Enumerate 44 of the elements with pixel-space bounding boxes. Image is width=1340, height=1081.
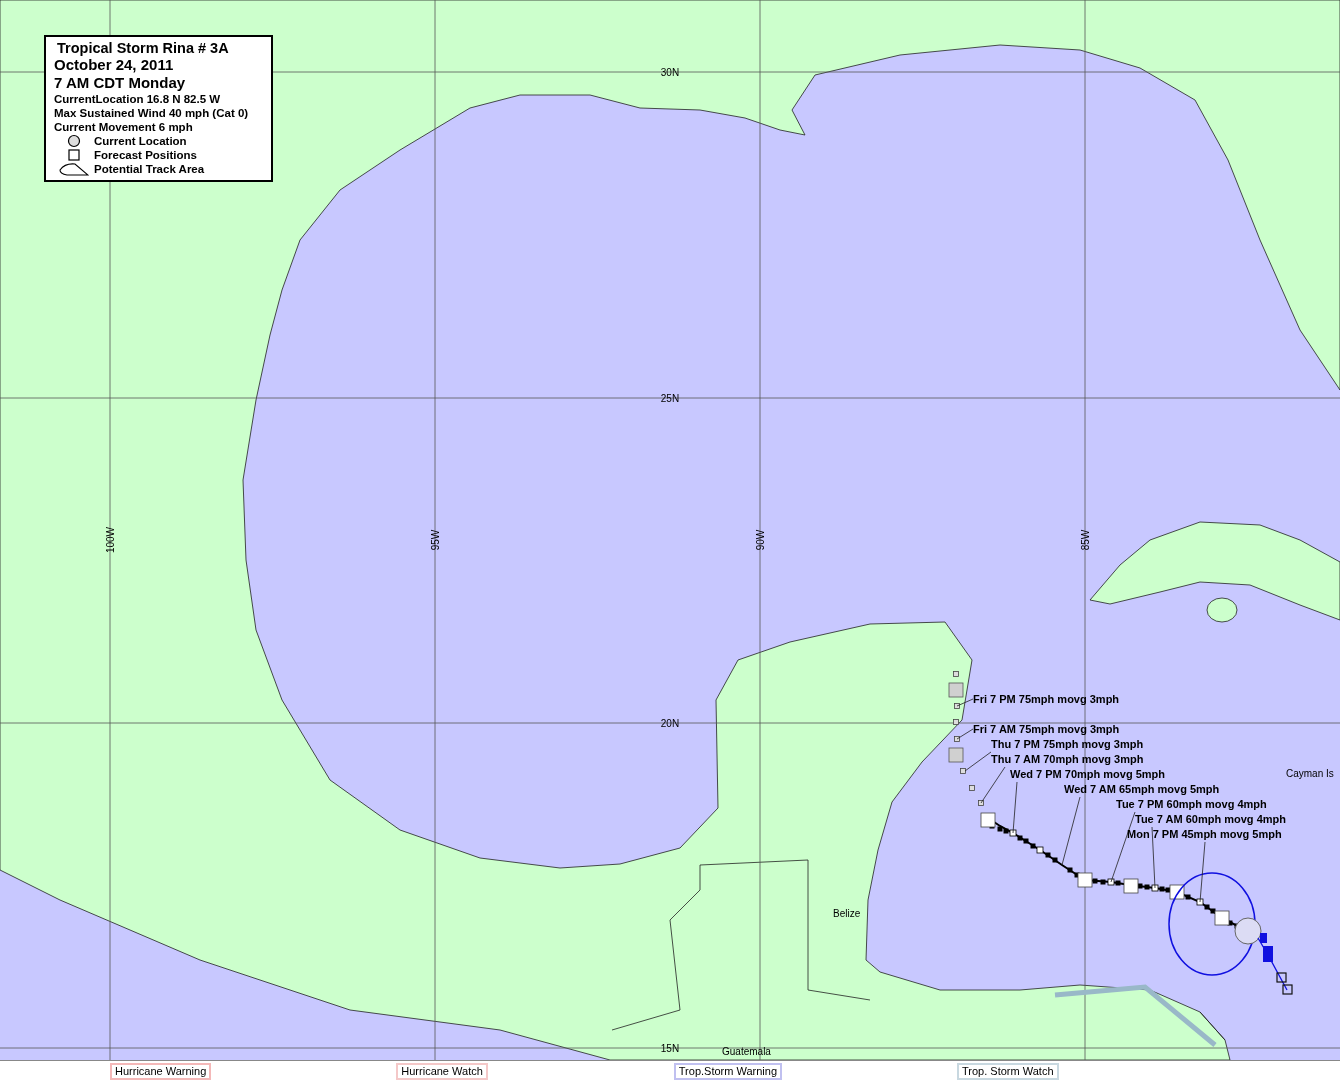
circle-icon	[67, 134, 81, 148]
grid-label: 85W	[1080, 529, 1091, 551]
legend-symbol-label: Forecast Positions	[94, 149, 197, 161]
forecast-label: Fri 7 AM 75mph movg 3mph	[973, 723, 1120, 735]
past-track-drawing	[1257, 933, 1293, 995]
grid-label: 95W	[430, 529, 441, 551]
track-area-icon	[59, 162, 89, 176]
place-label: Belize	[833, 908, 861, 919]
current-location-marker	[1234, 917, 1262, 945]
forecast-label: Fri 7 PM 75mph movg 3mph	[973, 693, 1120, 705]
legend-time: 7 AM CDT Monday	[54, 74, 187, 92]
grid-label: 30N	[660, 67, 680, 78]
warning-key-label: Trop. Storm Watch	[957, 1063, 1059, 1080]
small-island	[1206, 597, 1238, 623]
place-label: Guatemala	[722, 1046, 771, 1057]
leader-line	[1012, 781, 1018, 834]
legend-info: Current Movement 6 mph	[54, 120, 194, 134]
grid-label: 25N	[660, 393, 680, 404]
legend-info: CurrentLocation 16.8 N 82.5 W	[54, 92, 222, 106]
warning-key-label: Trop.Storm Warning	[673, 1063, 783, 1080]
legend-info: Max Sustained Wind 40 mph (Cat 0)	[54, 106, 250, 120]
leader-line	[956, 728, 974, 740]
leader-line	[1199, 841, 1206, 903]
grid-label: 15N	[660, 1043, 680, 1054]
grid-label: 90W	[755, 529, 766, 551]
forecast-label: Tue 7 AM 60mph movg 4mph	[1135, 813, 1286, 825]
warning-key-label: Hurricane Watch	[396, 1063, 488, 1080]
warning-key-label: Hurricane Warning	[110, 1063, 212, 1080]
legend-date: October 24, 2011	[54, 56, 175, 74]
grid-label: 20N	[660, 718, 680, 729]
forecast-label: Thu 7 PM 75mph movg 3mph	[991, 738, 1144, 750]
square-icon	[68, 149, 80, 161]
legend-symbol-label: Potential Track Area	[94, 163, 205, 175]
legend-title: Tropical Storm Rina # 3A	[56, 40, 230, 56]
forecast-label: Tue 7 PM 60mph movg 4mph	[1116, 798, 1267, 810]
legend-symbol-label: Current Location	[94, 135, 187, 147]
forecast-label: Wed 7 PM 70mph movg 5mph	[1010, 768, 1166, 780]
forecast-label: Wed 7 AM 65mph movg 5mph	[1064, 783, 1220, 795]
grid-label: 100W	[105, 526, 116, 554]
forecast-label: Mon 7 PM 45mph movg 5mph	[1127, 828, 1282, 840]
leader-line	[1061, 796, 1081, 866]
forecast-label: Thu 7 AM 70mph movg 3mph	[991, 753, 1144, 765]
place-label: Cayman Is	[1286, 768, 1334, 779]
leader-line	[956, 698, 974, 707]
